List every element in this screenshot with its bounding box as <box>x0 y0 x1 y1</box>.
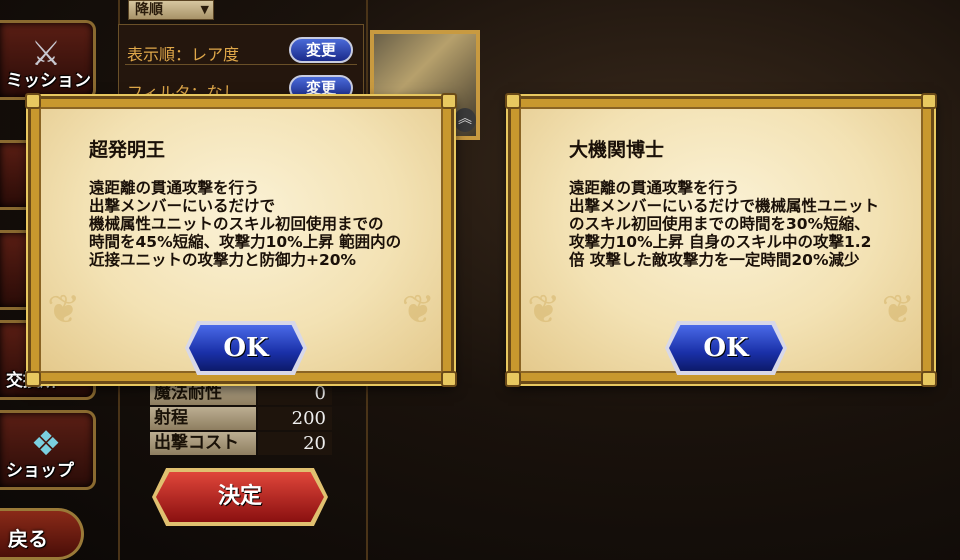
ok-button-label: OK <box>189 325 303 371</box>
dialog-title: 超発明王 <box>89 139 166 161</box>
sidebar-item-label: ミッション <box>6 71 91 91</box>
skill-dialog-left: ❦ ❦ 超発明王 遠距離の貫通攻撃を行う 出撃メンバーにいるだけで 機械属性ユニ… <box>25 93 457 387</box>
stat-row: 魔法耐性 0 <box>150 382 332 406</box>
filter-panel: 表示順：レア度 変更 フィルタ：なし 変更 <box>118 24 364 104</box>
stat-label: 魔法耐性 <box>150 382 256 405</box>
description-line: 時間を45%短縮、攻撃力10%上昇 範囲内の <box>89 233 402 251</box>
stat-label: 射程 <box>150 407 256 430</box>
flourish-ornament: ❦ <box>881 287 915 333</box>
back-button[interactable]: 戻る <box>0 508 84 560</box>
dialog-title: 大機関博士 <box>569 139 665 161</box>
description-line: 出撃メンバーにいるだけで機械属性ユニット <box>569 197 880 215</box>
description-line: 近接ユニットの攻撃力と防御力+20% <box>89 251 357 269</box>
corner-ornament <box>441 371 457 387</box>
dialog-description: 遠距離の貫通攻撃を行う 出撃メンバーにいるだけで機械属性ユニット のスキル初回使… <box>569 179 941 269</box>
rank-chevron-icon: ︽ <box>454 108 476 132</box>
stat-value: 0 <box>258 382 332 405</box>
corner-ornament <box>441 93 457 109</box>
corner-ornament <box>921 371 937 387</box>
stat-row: 出撃コスト 20 <box>150 432 332 456</box>
unit-stats: 魔法耐性 0 射程 200 出撃コスト 20 <box>150 382 332 458</box>
ok-button[interactable]: OK <box>665 321 787 375</box>
sort-order-label: 降順 <box>135 2 163 18</box>
description-line: 遠距離の貫通攻撃を行う <box>569 179 740 197</box>
description-line: 倍 攻撃した敵攻撃力を一定時間20%減少 <box>569 251 860 269</box>
skill-dialog-right: ❦ ❦ 大機関博士 遠距離の貫通攻撃を行う 出撃メンバーにいるだけで機械属性ユニ… <box>505 93 937 387</box>
description-line: のスキル初回使用までの時間を30%短縮、 <box>569 215 870 233</box>
sidebar-item-mission[interactable]: ⚔ ミッション <box>0 20 96 100</box>
change-sort-button[interactable]: 変更 <box>289 37 353 63</box>
stat-label: 出撃コスト <box>150 432 256 455</box>
ok-button-label: OK <box>669 325 783 371</box>
dialog-description: 遠距離の貫通攻撃を行う 出撃メンバーにいるだけで 機械属性ユニットのスキル初回使… <box>89 179 461 269</box>
flourish-ornament: ❦ <box>401 287 435 333</box>
flourish-ornament: ❦ <box>47 287 81 333</box>
back-button-label: 戻る <box>8 527 48 551</box>
description-line: 出撃メンバーにいるだけで <box>89 197 276 215</box>
description-line: 攻撃力10%上昇 自身のスキル中の攻撃1.2 <box>569 233 872 251</box>
chevron-down-icon: ▼ <box>200 3 209 16</box>
ok-button[interactable]: OK <box>185 321 307 375</box>
dialog-parchment: ❦ ❦ 超発明王 遠距離の貫通攻撃を行う 出撃メンバーにいるだけで 機械属性ユニ… <box>39 107 443 375</box>
corner-ornament <box>505 371 521 387</box>
sort-order-dropdown[interactable]: 降順 ▼ <box>128 0 214 20</box>
corner-ornament <box>25 371 41 387</box>
stat-value: 20 <box>258 432 332 455</box>
corner-ornament <box>25 93 41 109</box>
decide-button[interactable]: 決定 <box>152 468 328 526</box>
corner-ornament <box>921 93 937 109</box>
sidebar-item-label: ショップ <box>6 461 74 481</box>
flourish-ornament: ❦ <box>527 287 561 333</box>
stat-row: 射程 200 <box>150 407 332 431</box>
description-line: 機械属性ユニットのスキル初回使用までの <box>89 215 384 233</box>
decide-button-label: 決定 <box>156 472 324 522</box>
sort-row: 表示順：レア度 変更 <box>125 37 357 65</box>
dialog-parchment: ❦ ❦ 大機関博士 遠距離の貫通攻撃を行う 出撃メンバーにいるだけで機械属性ユニ… <box>519 107 923 375</box>
sort-text: 表示順：レア度 <box>127 45 240 64</box>
sidebar-item-shop[interactable]: ❖ ショップ <box>0 410 96 490</box>
stat-value: 200 <box>258 407 332 430</box>
description-line: 遠距離の貫通攻撃を行う <box>89 179 260 197</box>
corner-ornament <box>505 93 521 109</box>
